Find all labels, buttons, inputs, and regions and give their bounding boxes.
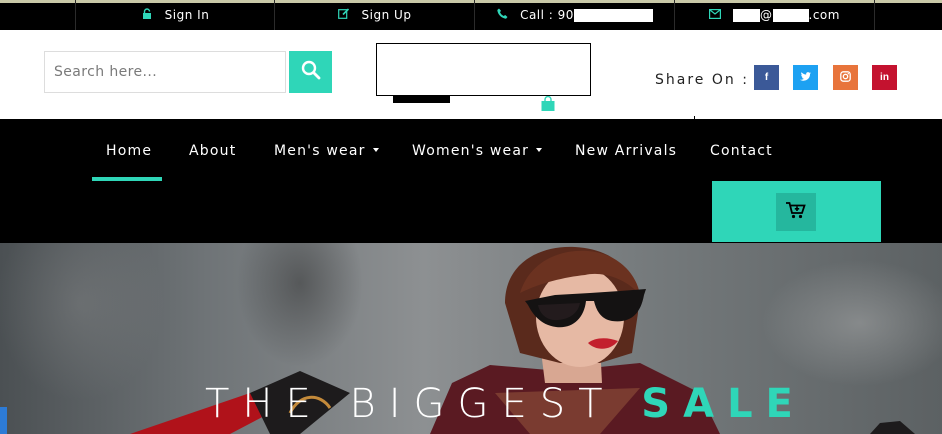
redacted-email-user bbox=[733, 8, 761, 22]
facebook-icon: f bbox=[764, 72, 769, 83]
logo-underline bbox=[393, 96, 450, 103]
linkedin-button[interactable]: in bbox=[872, 65, 897, 90]
sign-in-label: Sign In bbox=[164, 8, 210, 22]
twitter-button[interactable] bbox=[793, 65, 818, 90]
redacted-phone bbox=[573, 8, 653, 22]
nav-home[interactable]: Home bbox=[106, 143, 152, 159]
cart-button[interactable] bbox=[776, 193, 816, 231]
envelope-icon bbox=[709, 8, 722, 22]
nav-womens-wear-label: Women's wear bbox=[412, 143, 530, 159]
search-icon bbox=[301, 60, 321, 84]
nav-new-arrivals[interactable]: New Arrivals bbox=[575, 143, 677, 159]
caret-down-icon bbox=[536, 148, 543, 152]
cart-icon bbox=[786, 201, 806, 223]
nav-contact[interactable]: Contact bbox=[710, 143, 773, 159]
active-nav-indicator bbox=[92, 177, 162, 181]
sign-up-label: Sign Up bbox=[361, 8, 412, 22]
call-label: Call : 90 bbox=[520, 8, 574, 22]
nav-womens-wear[interactable]: Women's wear bbox=[412, 143, 543, 159]
main-nav: Home About Men's wear Women's wear New A… bbox=[0, 119, 942, 243]
side-feedback-tab[interactable] bbox=[0, 407, 7, 434]
email-at: @ bbox=[760, 8, 773, 22]
cart-panel bbox=[712, 181, 881, 242]
edit-icon bbox=[337, 8, 350, 22]
hero-banner: THE BIGGEST SALE bbox=[0, 243, 942, 434]
caret-down-icon bbox=[372, 148, 379, 152]
nav-mens-wear[interactable]: Men's wear bbox=[274, 143, 379, 159]
phone-icon bbox=[496, 8, 508, 22]
hero-title-accent: SALE bbox=[641, 381, 806, 427]
top-bar: Sign In Sign Up Call : 90 @ .com bbox=[0, 0, 942, 30]
shopping-bag-icon bbox=[540, 95, 556, 112]
instagram-button[interactable] bbox=[833, 65, 858, 90]
header: Share On : f in bbox=[0, 30, 942, 119]
nav-about[interactable]: About bbox=[189, 143, 236, 159]
search-button[interactable] bbox=[289, 51, 332, 93]
nav-mens-wear-label: Men's wear bbox=[274, 143, 366, 159]
email-domain: .com bbox=[808, 8, 840, 22]
search-input[interactable] bbox=[44, 51, 286, 93]
call-info: Call : 90 bbox=[475, 0, 675, 30]
linkedin-icon: in bbox=[880, 72, 889, 83]
hero-title-main: THE BIGGEST bbox=[205, 381, 642, 427]
hero-title: THE BIGGEST SALE bbox=[205, 381, 806, 427]
share-label: Share On : bbox=[655, 72, 749, 88]
instagram-icon bbox=[840, 70, 851, 85]
logo-placeholder[interactable] bbox=[376, 43, 591, 96]
sign-up-link[interactable]: Sign Up bbox=[275, 0, 475, 30]
lock-icon bbox=[141, 8, 153, 22]
sign-in-link[interactable]: Sign In bbox=[75, 0, 275, 30]
email-info: @ .com bbox=[675, 0, 875, 30]
facebook-button[interactable]: f bbox=[754, 65, 779, 90]
twitter-icon bbox=[800, 71, 811, 84]
redacted-email-domain bbox=[772, 8, 809, 22]
